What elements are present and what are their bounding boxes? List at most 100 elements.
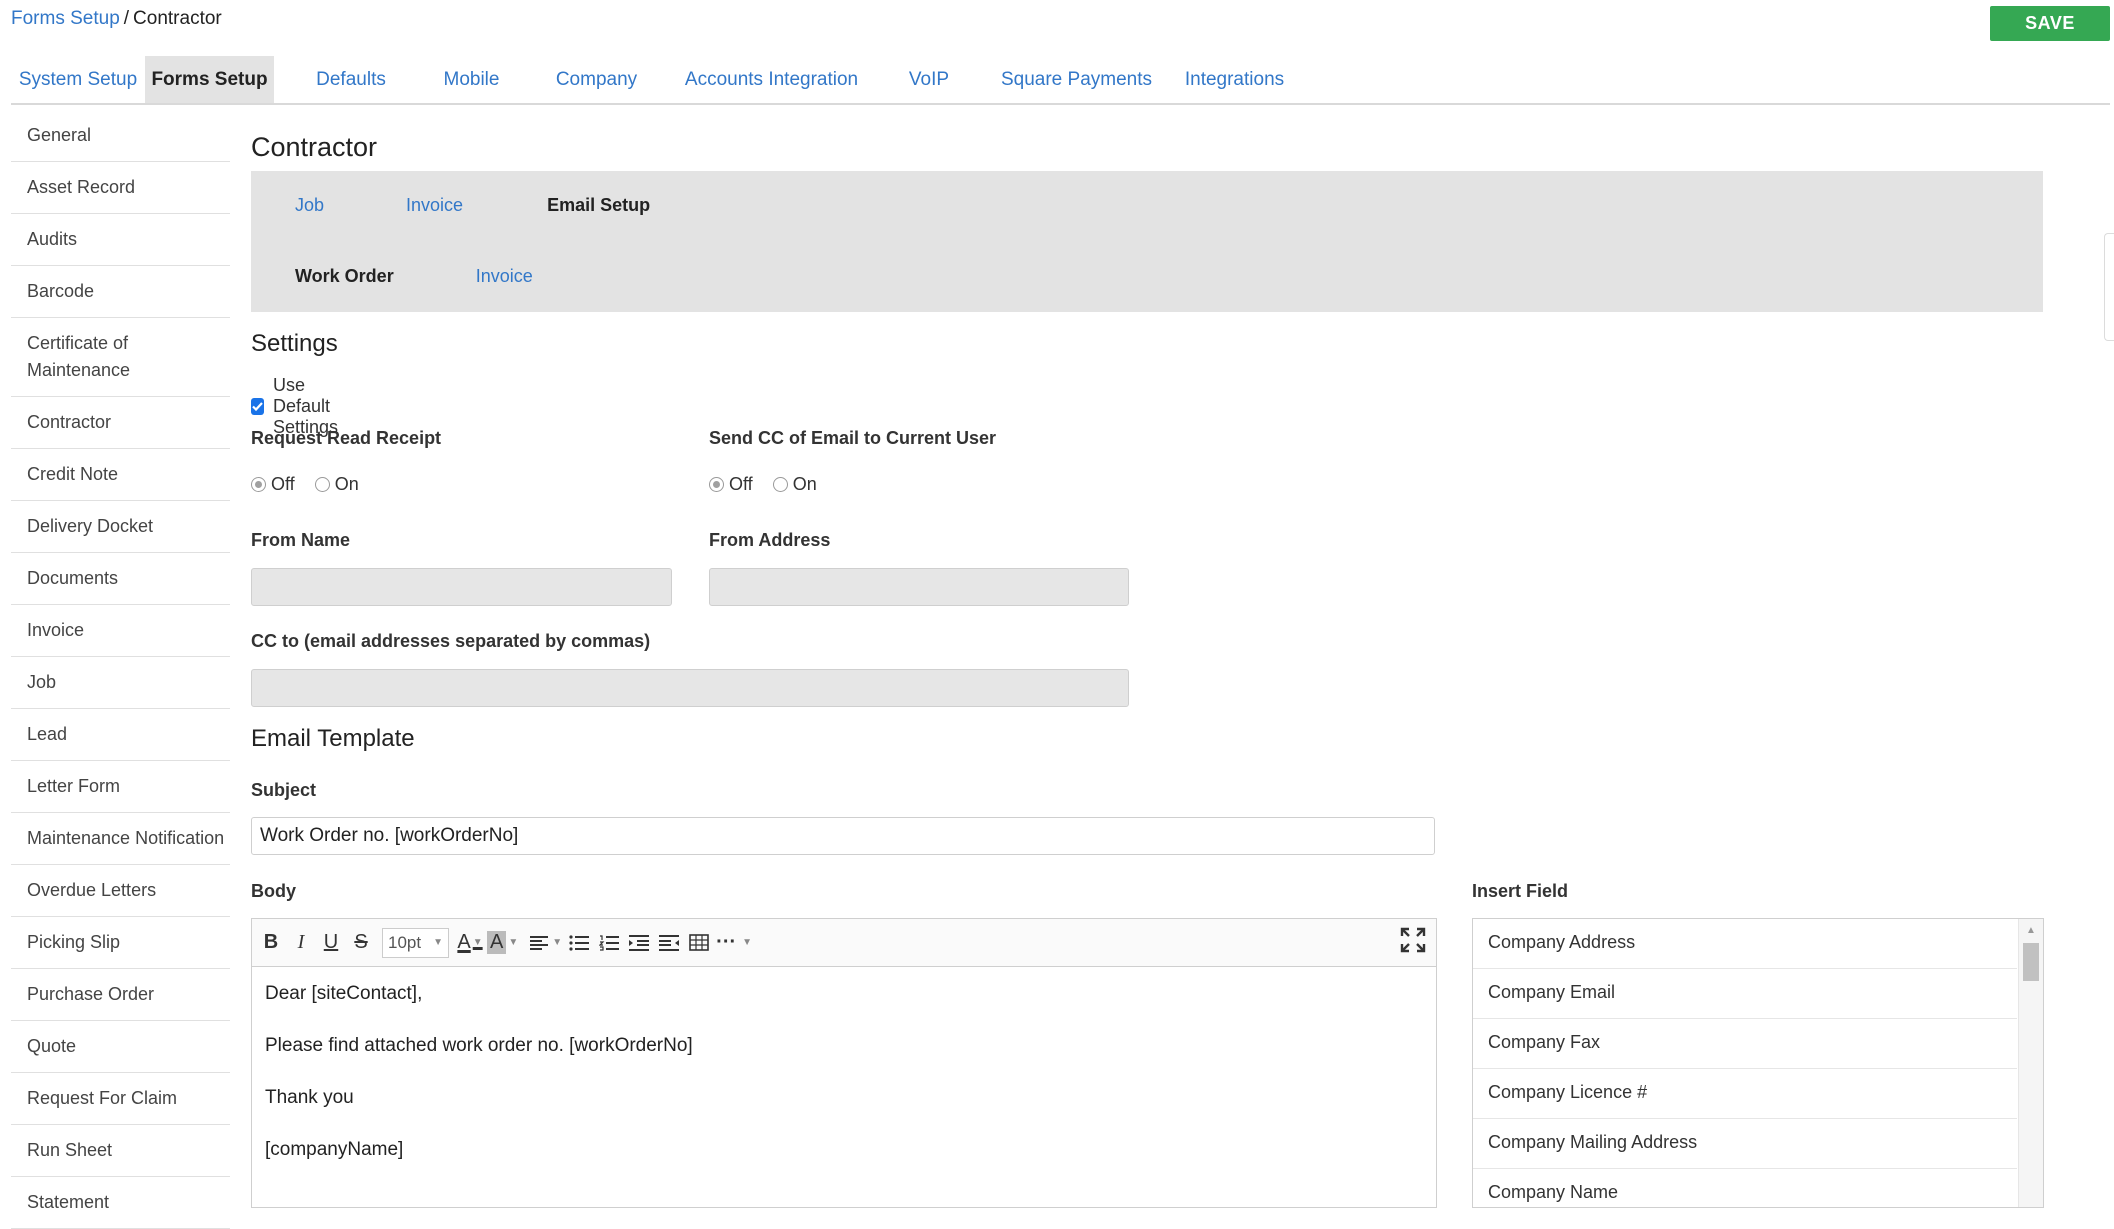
send-cc-on-option[interactable]: On <box>772 474 817 495</box>
sidebar-item-statement[interactable]: Statement <box>11 1177 230 1229</box>
insert-field-item[interactable]: Company Mailing Address <box>1473 1119 2017 1169</box>
sidebar-item-barcode[interactable]: Barcode <box>11 266 230 318</box>
sidebar-item-picking-slip[interactable]: Picking Slip <box>11 917 230 969</box>
subnav-email-invoice[interactable]: Invoice <box>476 256 533 296</box>
chevron-down-icon: ▼ <box>742 937 753 948</box>
read-receipt-on-label: On <box>334 474 359 494</box>
cc-to-input[interactable] <box>251 669 1129 707</box>
table-svg <box>689 934 709 951</box>
strikethrough-icon[interactable]: S <box>348 928 374 958</box>
send-cc-off-label: Off <box>729 474 753 494</box>
insert-field-label: Insert Field <box>1472 881 1569 901</box>
checkmark-icon <box>252 402 263 412</box>
side-panel-handle[interactable] <box>2104 233 2114 341</box>
font-color-icon[interactable]: A ▼ <box>457 928 483 958</box>
subnav-job[interactable]: Job <box>295 185 324 225</box>
tab-mobile[interactable]: Mobile <box>428 56 515 103</box>
outdent-icon[interactable] <box>656 928 682 958</box>
subnav-row-email-types: Work Order Invoice <box>251 256 533 296</box>
font-size-value: 10pt <box>388 932 422 952</box>
sidebar-item-lead[interactable]: Lead <box>11 709 230 761</box>
numbered-list-icon[interactable] <box>596 928 622 958</box>
body-line: Thank you <box>265 1087 354 1108</box>
highlight-color-icon[interactable]: A ▼ <box>487 928 518 958</box>
font-size-select[interactable]: 10pt ▼ <box>382 927 449 958</box>
send-cc-on-radio[interactable] <box>772 477 788 492</box>
fullscreen-svg <box>1400 927 1426 953</box>
sidebar-item-run-sheet[interactable]: Run Sheet <box>11 1125 230 1177</box>
body-line: [companyName] <box>265 1139 404 1160</box>
chevron-down-icon: ▼ <box>552 937 563 948</box>
sidebar-item-job[interactable]: Job <box>11 657 230 709</box>
align-left-icon[interactable]: ▼ <box>530 928 562 958</box>
tab-voip[interactable]: VoIP <box>865 56 993 103</box>
insert-field-scrollbar[interactable]: ▲ <box>2018 919 2043 1207</box>
outdent-svg <box>659 934 680 951</box>
italic-icon[interactable]: I <box>288 928 314 958</box>
underline-icon[interactable]: U <box>318 928 344 958</box>
sidebar-item-documents[interactable]: Documents <box>11 553 230 605</box>
tab-defaults[interactable]: Defaults <box>274 56 428 103</box>
from-name-input[interactable] <box>251 568 672 606</box>
sidebar-item-invoice[interactable]: Invoice <box>11 605 230 657</box>
tab-square-payments[interactable]: Square Payments <box>993 56 1160 103</box>
sidebar-item-delivery-docket[interactable]: Delivery Docket <box>11 501 230 553</box>
read-receipt-on-radio[interactable] <box>314 477 330 492</box>
subject-input[interactable] <box>251 817 1435 855</box>
fullscreen-icon[interactable] <box>1400 927 1426 958</box>
send-cc-off-option[interactable]: Off <box>709 474 753 495</box>
settings-title: Settings <box>251 330 338 357</box>
top-tab-bar: System Setup Forms Setup Defaults Mobile… <box>11 56 2110 105</box>
more-options-icon[interactable]: ··· ▼ <box>716 928 752 958</box>
send-cc-off-radio[interactable] <box>709 477 724 492</box>
sidebar-item-request-for-claim[interactable]: Request For Claim <box>11 1073 230 1125</box>
save-button[interactable]: SAVE <box>1990 6 2110 41</box>
align-left-svg <box>530 935 549 950</box>
breadcrumb-link-forms-setup[interactable]: Forms Setup <box>11 8 120 29</box>
from-address-label: From Address <box>709 530 831 550</box>
subnav-email-setup[interactable]: Email Setup <box>547 185 650 225</box>
bold-icon[interactable]: B <box>258 928 284 958</box>
bullet-list-svg <box>569 934 590 951</box>
from-address-input[interactable] <box>709 568 1129 606</box>
insert-field-item[interactable]: Company Licence # <box>1473 1069 2017 1119</box>
insert-field-item[interactable]: Company Email <box>1473 969 2017 1019</box>
read-receipt-off-option[interactable]: Off <box>251 474 295 495</box>
tab-accounts-integration[interactable]: Accounts Integration <box>678 56 865 103</box>
scroll-thumb[interactable] <box>2023 943 2039 981</box>
editor-content[interactable]: Dear [siteContact], Please find attached… <box>252 967 1436 1203</box>
numbered-list-svg <box>599 934 620 951</box>
use-default-settings-checkbox[interactable] <box>251 398 264 415</box>
sidebar-item-quote[interactable]: Quote <box>11 1021 230 1073</box>
chevron-down-icon: ▼ <box>472 937 483 948</box>
sidebar-item-overdue-letters[interactable]: Overdue Letters <box>11 865 230 917</box>
tab-system-setup[interactable]: System Setup <box>11 56 145 103</box>
sidebar-item-purchase-order[interactable]: Purchase Order <box>11 969 230 1021</box>
subnav-invoice[interactable]: Invoice <box>406 185 463 225</box>
read-receipt-off-radio[interactable] <box>251 477 266 492</box>
sidebar-item-maintenance-notification[interactable]: Maintenance Notification <box>11 813 230 865</box>
table-icon[interactable] <box>686 928 712 958</box>
sidebar-item-certificate-of-maintenance[interactable]: Certificate of Maintenance <box>11 318 230 397</box>
read-receipt-on-option[interactable]: On <box>314 474 359 495</box>
sidebar-item-contractor[interactable]: Contractor <box>11 397 230 449</box>
insert-field-item[interactable]: Company Address <box>1473 919 2017 969</box>
page-title: Contractor <box>251 132 378 162</box>
sidebar-item-letter-form[interactable]: Letter Form <box>11 761 230 813</box>
body-editor: B I U S 10pt ▼ A ▼ A ▼ ▼ ··· ▼ Dear [sit… <box>251 918 1437 1208</box>
read-receipt-radio-group: Off On <box>251 474 379 495</box>
tab-company[interactable]: Company <box>515 56 678 103</box>
tab-integrations[interactable]: Integrations <box>1160 56 1309 103</box>
subnav-work-order[interactable]: Work Order <box>295 256 394 296</box>
sidebar-item-asset-record[interactable]: Asset Record <box>11 162 230 214</box>
sidebar-item-general[interactable]: General <box>11 110 230 162</box>
insert-field-item[interactable]: Company Fax <box>1473 1019 2017 1069</box>
sidebar-item-audits[interactable]: Audits <box>11 214 230 266</box>
sidebar-item-credit-note[interactable]: Credit Note <box>11 449 230 501</box>
insert-field-item[interactable]: Company Name <box>1473 1169 2017 1207</box>
bullet-list-icon[interactable] <box>566 928 592 958</box>
tab-forms-setup[interactable]: Forms Setup <box>145 56 274 103</box>
scroll-up-arrow-icon[interactable]: ▲ <box>2026 925 2036 936</box>
indent-icon[interactable] <box>626 928 652 958</box>
send-cc-on-label: On <box>792 474 817 494</box>
